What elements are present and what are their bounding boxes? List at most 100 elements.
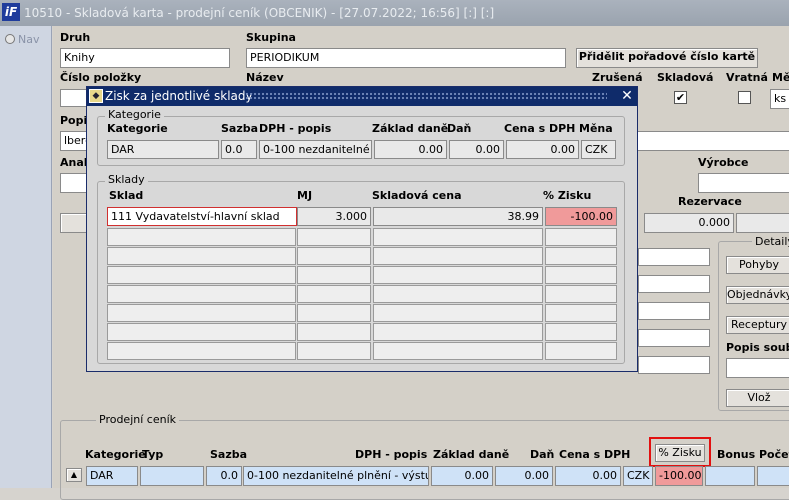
- kat-dan-cell[interactable]: 0.00: [449, 140, 504, 159]
- cenik-mena-cell[interactable]: CZK: [623, 466, 653, 486]
- kat-sazba-cell[interactable]: 0.0: [221, 140, 257, 159]
- skl-empty-cell[interactable]: [373, 228, 543, 246]
- skl-empty-cell[interactable]: [545, 285, 617, 303]
- skl-empty-cell[interactable]: [297, 342, 371, 360]
- skl-empty-cell[interactable]: [373, 304, 543, 322]
- cenik-zaklad-cell[interactable]: 0.00: [431, 466, 493, 486]
- mj-field[interactable]: ks: [770, 89, 789, 109]
- skl-empty-cell[interactable]: [545, 247, 617, 265]
- analytika-label: Anal: [60, 156, 88, 169]
- popis-field-right[interactable]: [636, 131, 789, 151]
- rezervace-field[interactable]: 0.000: [644, 213, 734, 233]
- skl-empty-cell[interactable]: [107, 266, 296, 284]
- dialog-title: Zisk za jednotlivé sklady: [105, 89, 253, 103]
- kat-col-kategorie: Kategorie: [107, 122, 168, 135]
- pohyby-button[interactable]: Pohyby: [726, 256, 789, 274]
- skl-empty-cell[interactable]: [373, 247, 543, 265]
- skl-empty-cell[interactable]: [373, 323, 543, 341]
- dialog-titlebar: ◆ Zisk za jednotlivé sklady ✕: [87, 87, 637, 106]
- cenik-scroll-up[interactable]: ▲: [66, 468, 82, 482]
- side-field-3[interactable]: [638, 302, 710, 320]
- side-field-2[interactable]: [638, 275, 710, 293]
- kat-col-dph: DPH - popis: [259, 122, 332, 135]
- skl-empty-cell[interactable]: [545, 266, 617, 284]
- skl-col-zisk: % Zisku: [543, 189, 592, 202]
- skl-empty-cell[interactable]: [107, 304, 296, 322]
- kat-col-dan: Daň: [447, 122, 472, 135]
- vyrobce-field[interactable]: [698, 173, 789, 193]
- receptury-button[interactable]: Receptury: [726, 316, 789, 334]
- skladova-checkbox[interactable]: ✔: [674, 91, 687, 104]
- skl-empty-cell[interactable]: [297, 285, 371, 303]
- close-icon[interactable]: ✕: [619, 88, 635, 104]
- kat-col-sazba: Sazba: [221, 122, 259, 135]
- skl-empty-cell[interactable]: [373, 285, 543, 303]
- skl-empty-cell[interactable]: [373, 266, 543, 284]
- kat-col-mena: Měna: [579, 122, 613, 135]
- cenik-col-cena: Cena s DPH: [559, 448, 631, 461]
- nav-label[interactable]: Nav: [18, 33, 39, 46]
- side-field-5[interactable]: [638, 356, 710, 374]
- skl-empty-cell[interactable]: [107, 228, 296, 246]
- cenik-col-sazba: Sazba: [210, 448, 248, 461]
- cenik-dan-cell[interactable]: 0.00: [495, 466, 553, 486]
- cenik-col-typ: Typ: [142, 448, 164, 461]
- dialog-kategorie-label: Kategorie: [105, 108, 164, 121]
- cenik-cena-cell[interactable]: 0.00: [555, 466, 621, 486]
- kat-col-zaklad: Základ daně: [372, 122, 449, 135]
- skl-mj-cell[interactable]: 3.000: [297, 207, 371, 226]
- cenik-bonus-cell[interactable]: [705, 466, 755, 486]
- skl-zisk-cell[interactable]: -100.00: [545, 207, 617, 226]
- dialog-sklady-label: Sklady: [105, 173, 148, 186]
- skl-empty-cell[interactable]: [297, 266, 371, 284]
- skl-col-sklad: Sklad: [109, 189, 144, 202]
- skl-cena-cell[interactable]: 38.99: [373, 207, 543, 226]
- skl-sklad-cell[interactable]: 111 Vydavatelství-hlavní sklad: [107, 207, 297, 226]
- cenik-sazba-cell[interactable]: 0.0: [206, 466, 242, 486]
- skl-empty-cell[interactable]: [545, 342, 617, 360]
- skupina-field[interactable]: PERIODIKUM: [246, 48, 566, 68]
- rezervace-field-2[interactable]: [736, 213, 789, 233]
- skl-col-cena: Skladová cena: [372, 189, 462, 202]
- skl-empty-cell[interactable]: [297, 323, 371, 341]
- kat-kategorie-cell[interactable]: DAR: [107, 140, 219, 159]
- app-logo: iF: [2, 3, 20, 21]
- skl-empty-cell[interactable]: [107, 247, 296, 265]
- skl-empty-cell[interactable]: [545, 228, 617, 246]
- side-field-1[interactable]: [638, 248, 710, 266]
- assign-number-button[interactable]: Přidělit pořadové číslo kartě: [576, 48, 758, 68]
- vyrobce-label: Výrobce: [698, 156, 749, 169]
- skl-empty-cell[interactable]: [297, 304, 371, 322]
- kat-mena-cell[interactable]: CZK: [581, 140, 616, 159]
- skl-empty-cell[interactable]: [107, 323, 296, 341]
- skl-empty-cell[interactable]: [545, 323, 617, 341]
- nav-radio[interactable]: [5, 34, 15, 44]
- cenik-zisk-cell[interactable]: -100.00: [655, 466, 703, 486]
- cenik-col-bonus: Bonus: [717, 448, 756, 461]
- cenik-kategorie-cell[interactable]: DAR: [86, 466, 138, 486]
- kat-dph-cell[interactable]: 0-100 nezdanitelné pln: [259, 140, 372, 159]
- side-field-4[interactable]: [638, 329, 710, 347]
- cenik-dph-cell[interactable]: 0-100 nezdanitelné plnění - výstup: [243, 466, 429, 486]
- skl-empty-cell[interactable]: [297, 228, 371, 246]
- cenik-pocet-cell[interactable]: [757, 466, 789, 486]
- zisk-button[interactable]: % Zisku: [655, 444, 705, 462]
- cenik-col-kategorie: Kategorie: [85, 448, 146, 461]
- objednavky-button[interactable]: Objednávky: [726, 286, 789, 304]
- vratna-checkbox[interactable]: [738, 91, 751, 104]
- kat-cena-cell[interactable]: 0.00: [506, 140, 579, 159]
- cenik-typ-cell[interactable]: [140, 466, 204, 486]
- cislo-polozky-label: Číslo položky: [60, 71, 142, 84]
- skl-empty-cell[interactable]: [373, 342, 543, 360]
- vloz-button[interactable]: Vlož: [726, 389, 789, 407]
- skl-empty-cell[interactable]: [107, 285, 296, 303]
- kat-zaklad-cell[interactable]: 0.00: [374, 140, 447, 159]
- skl-empty-cell[interactable]: [107, 342, 296, 360]
- skl-empty-cell[interactable]: [545, 304, 617, 322]
- nav-panel: [0, 26, 52, 488]
- cenik-col-dph: DPH - popis: [355, 448, 428, 461]
- druh-field[interactable]: Knihy: [60, 48, 230, 68]
- skl-empty-cell[interactable]: [297, 247, 371, 265]
- popis-souboru-field[interactable]: [726, 358, 789, 378]
- window-title: 10510 - Skladová karta - prodejní ceník …: [24, 6, 495, 20]
